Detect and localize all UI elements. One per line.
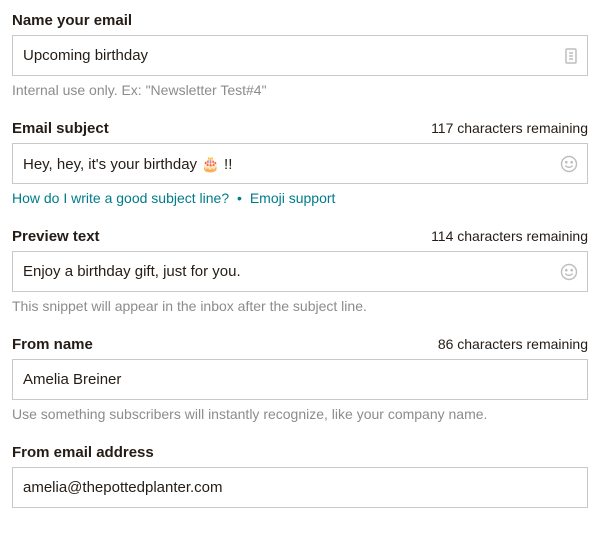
name-email-input[interactable] bbox=[12, 35, 588, 76]
label-row: Email subject 117 characters remaining bbox=[12, 120, 588, 137]
from-email-input-wrapper bbox=[12, 467, 588, 508]
preview-input-wrapper bbox=[12, 251, 588, 292]
subject-remaining: 117 characters remaining bbox=[431, 120, 588, 136]
from-name-input-wrapper bbox=[12, 359, 588, 400]
subject-input[interactable] bbox=[12, 143, 588, 184]
preview-label: Preview text bbox=[12, 228, 100, 245]
from-email-input[interactable] bbox=[12, 467, 588, 508]
subject-input-wrapper bbox=[12, 143, 588, 184]
from-name-helper: Use something subscribers will instantly… bbox=[12, 406, 588, 422]
name-email-input-wrapper bbox=[12, 35, 588, 76]
name-email-label: Name your email bbox=[12, 12, 132, 29]
merge-tags-icon[interactable] bbox=[564, 48, 578, 64]
field-name-email: Name your email Internal use only. Ex: "… bbox=[12, 12, 588, 98]
emoji-picker-icon[interactable] bbox=[560, 155, 578, 173]
field-from-name: From name 86 characters remaining Use so… bbox=[12, 336, 588, 422]
from-name-input[interactable] bbox=[12, 359, 588, 400]
from-name-remaining: 86 characters remaining bbox=[438, 336, 588, 352]
emoji-support-link[interactable]: Emoji support bbox=[250, 190, 336, 206]
label-row: From email address bbox=[12, 444, 588, 461]
separator: • bbox=[237, 190, 242, 206]
field-from-email: From email address bbox=[12, 444, 588, 508]
from-name-label: From name bbox=[12, 336, 93, 353]
subject-link-row: How do I write a good subject line? • Em… bbox=[12, 190, 588, 206]
name-email-helper: Internal use only. Ex: "Newsletter Test#… bbox=[12, 82, 588, 98]
label-row: Name your email bbox=[12, 12, 588, 29]
emoji-picker-icon[interactable] bbox=[560, 263, 578, 281]
field-subject: Email subject 117 characters remaining H… bbox=[12, 120, 588, 206]
label-row: From name 86 characters remaining bbox=[12, 336, 588, 353]
subject-help-link[interactable]: How do I write a good subject line? bbox=[12, 190, 229, 206]
from-email-label: From email address bbox=[12, 444, 154, 461]
preview-input[interactable] bbox=[12, 251, 588, 292]
subject-label: Email subject bbox=[12, 120, 109, 137]
preview-remaining: 114 characters remaining bbox=[431, 228, 588, 244]
preview-helper: This snippet will appear in the inbox af… bbox=[12, 298, 588, 314]
label-row: Preview text 114 characters remaining bbox=[12, 228, 588, 245]
field-preview: Preview text 114 characters remaining Th… bbox=[12, 228, 588, 314]
